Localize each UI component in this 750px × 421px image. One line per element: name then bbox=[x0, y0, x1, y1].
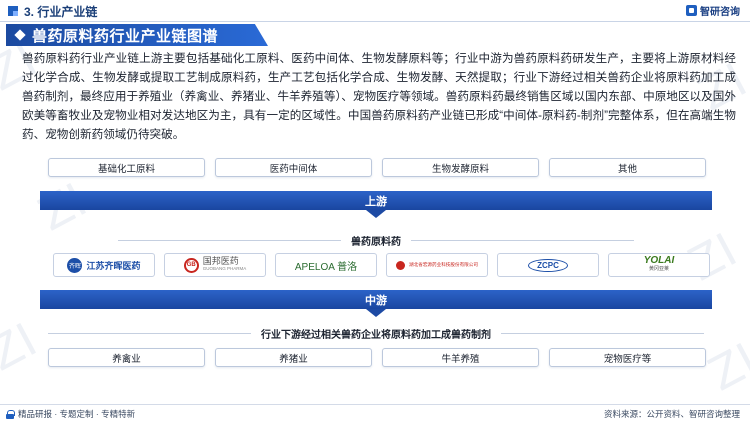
footer-source: 资料来源：公开资料、智研咨询整理 bbox=[603, 409, 740, 419]
footer-slogan: 精品研报 · 专题定制 · 专精特新 bbox=[6, 408, 135, 420]
divider bbox=[118, 240, 341, 241]
divider bbox=[411, 240, 634, 241]
company-subname: 黄冈亚莱 bbox=[648, 266, 669, 272]
downstream-title-row: 行业下游经过相关兽药企业将原料药加工成兽药制剂 bbox=[48, 326, 704, 341]
company-logos: 齐晖 江苏齐晖医药 GB 国邦医药 GUOBANG PHARMA APELOA … bbox=[53, 253, 710, 277]
footer: 精品研报 · 专题定制 · 专精特新 资料来源：公开资料、智研咨询整理 bbox=[0, 404, 750, 421]
diamond-icon bbox=[14, 29, 26, 41]
brand-name: 智研咨询 bbox=[700, 7, 740, 18]
hongyuan-logo-icon bbox=[396, 260, 406, 270]
downstream-item: 牛羊养殖 bbox=[382, 348, 539, 367]
downstream-item: 养禽业 bbox=[48, 348, 205, 367]
company-name: APELOA 普洛 bbox=[294, 261, 358, 273]
upstream-item: 医药中间体 bbox=[215, 158, 372, 177]
upstream-item: 基础化工原料 bbox=[48, 158, 205, 177]
downstream-item: 养猪业 bbox=[215, 348, 372, 367]
down-arrow-icon bbox=[366, 309, 386, 317]
upstream-stage-bar: 上游 bbox=[40, 191, 712, 210]
company-name: YOLAI bbox=[643, 255, 675, 266]
upstream-item: 其他 bbox=[549, 158, 706, 177]
brand-icon bbox=[686, 5, 697, 16]
midstream-title-row: 兽药原料药 bbox=[118, 233, 634, 248]
lock-icon bbox=[6, 409, 15, 419]
company-name: ZCPC bbox=[528, 258, 568, 272]
qihui-logo-icon: 齐晖 bbox=[67, 257, 83, 273]
upstream-item: 生物发酵原料 bbox=[382, 158, 539, 177]
divider bbox=[48, 333, 251, 334]
company-logo-guobang: GB 国邦医药 GUOBANG PHARMA bbox=[164, 253, 266, 277]
upstream-items: 基础化工原料 医药中间体 生物发酵原料 其他 bbox=[48, 158, 706, 177]
page-title: 兽药原料药行业产业链图谱 bbox=[32, 27, 219, 45]
down-arrow-icon bbox=[366, 210, 386, 218]
company-logo-zcpc: ZCPC bbox=[497, 253, 599, 277]
footer-left-text: 精品研报 · 专题定制 · 专精特新 bbox=[18, 409, 136, 419]
divider bbox=[501, 333, 704, 334]
section-title: 3. 行业产业链 bbox=[24, 5, 98, 19]
top-bar: 3. 行业产业链 智研咨询 bbox=[0, 0, 750, 22]
company-logo-hongyuan: 湖北省宏源药业科技股份有限公司 bbox=[386, 253, 488, 277]
section-marker-icon bbox=[8, 6, 18, 16]
top-divider bbox=[0, 21, 750, 22]
company-subname: GUOBANG PHARMA bbox=[202, 266, 247, 271]
midstream-title: 兽药原料药 bbox=[351, 237, 401, 248]
page-title-banner: 兽药原料药行业产业链图谱 bbox=[6, 24, 268, 46]
company-logo-qihui: 齐晖 江苏齐晖医药 bbox=[53, 253, 155, 277]
company-name: 国邦医药 bbox=[202, 256, 239, 266]
downstream-items: 养禽业 养猪业 牛羊养殖 宠物医疗等 bbox=[48, 348, 706, 367]
company-logo-apeloa: APELOA 普洛 bbox=[275, 253, 377, 277]
guobang-logo-icon: GB bbox=[183, 257, 199, 273]
description-paragraph: 兽药原料药行业产业链上游主要包括基础化工原料、医药中间体、生物发酵原料等；行业中… bbox=[22, 52, 736, 141]
downstream-title: 行业下游经过相关兽药企业将原料药加工成兽药制剂 bbox=[261, 330, 491, 341]
company-logo-yolai: YOLAI 黄冈亚莱 bbox=[608, 253, 710, 277]
brand-logo[interactable]: 智研咨询 bbox=[686, 3, 740, 18]
midstream-stage-bar: 中游 bbox=[40, 290, 712, 309]
company-name: 江苏齐晖医药 bbox=[86, 260, 141, 271]
downstream-item: 宠物医疗等 bbox=[549, 348, 706, 367]
company-name: 湖北省宏源药业科技股份有限公司 bbox=[409, 262, 478, 267]
